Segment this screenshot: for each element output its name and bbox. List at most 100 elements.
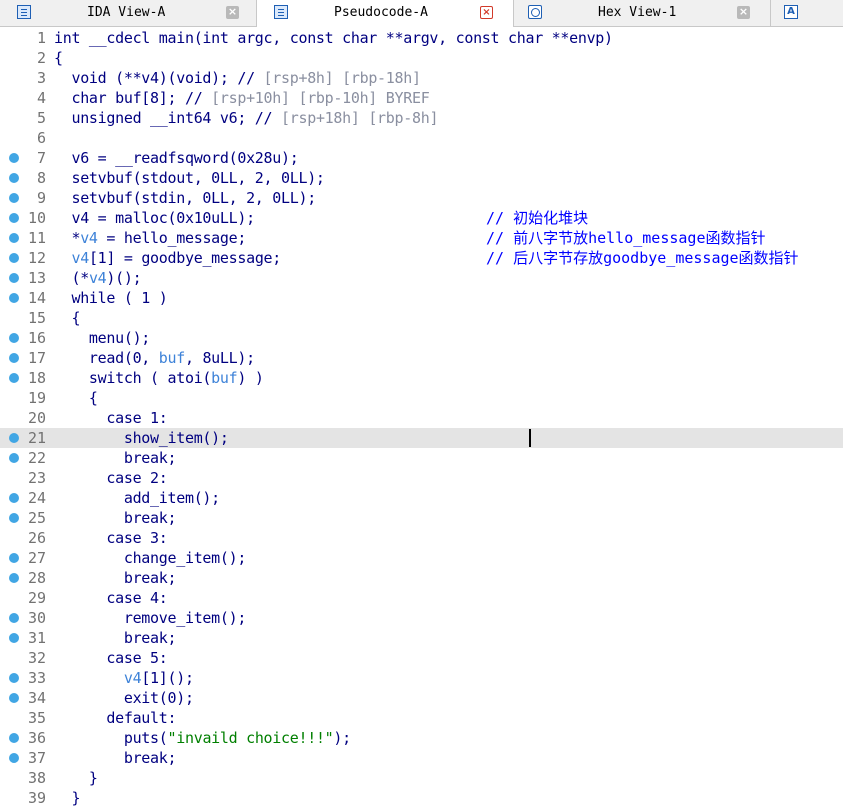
code-line[interactable]: 17 read(0, buf, 8uLL);: [0, 348, 843, 368]
breakpoint-dot-icon[interactable]: [9, 753, 19, 763]
code-text[interactable]: unsigned __int64 v6; // [rsp+18h] [rbp-8…: [54, 109, 438, 127]
breakpoint-dot-icon[interactable]: [9, 273, 19, 283]
code-line[interactable]: 11 *v4 = hello_message; // 前八字节放hello_mes…: [0, 228, 843, 248]
breakpoint-dot-icon[interactable]: [9, 333, 19, 343]
code-line[interactable]: 39 }: [0, 788, 843, 808]
code-line[interactable]: 14 while ( 1 ): [0, 288, 843, 308]
code-text[interactable]: read(0, buf, 8uLL);: [54, 349, 255, 367]
code-line[interactable]: 3 void (**v4)(void); // [rsp+8h] [rbp-18…: [0, 68, 843, 88]
code-text[interactable]: v4[1]();: [54, 669, 194, 687]
code-text[interactable]: {: [54, 389, 98, 407]
code-text[interactable]: remove_item();: [54, 609, 247, 627]
code-line[interactable]: 32 case 5:: [0, 648, 843, 668]
code-text[interactable]: char buf[8]; // [rsp+10h] [rbp-10h] BYRE…: [54, 89, 429, 107]
breakpoint-dot-icon[interactable]: [9, 433, 19, 443]
code-text[interactable]: menu();: [54, 329, 150, 347]
breakpoint-dot-icon[interactable]: [9, 293, 19, 303]
tab-pseudocode-a[interactable]: Pseudocode-A ×: [257, 0, 514, 27]
breakpoint-dot-icon[interactable]: [9, 573, 19, 583]
code-text[interactable]: break;: [54, 749, 177, 767]
code-line[interactable]: 6: [0, 128, 843, 148]
code-line[interactable]: 16 menu();: [0, 328, 843, 348]
code-text[interactable]: v6 = __readfsqword(0x28u);: [54, 149, 298, 167]
breakpoint-dot-icon[interactable]: [9, 453, 19, 463]
code-text[interactable]: case 1:: [54, 409, 167, 427]
code-text[interactable]: break;: [54, 509, 177, 527]
code-line[interactable]: 4 char buf[8]; // [rsp+10h] [rbp-10h] BY…: [0, 88, 843, 108]
code-line[interactable]: 23 case 2:: [0, 468, 843, 488]
code-line[interactable]: 12 v4[1] = goodbye_message; // 后八字节存放good…: [0, 248, 843, 268]
code-text[interactable]: setvbuf(stdin, 0LL, 2, 0LL);: [54, 189, 316, 207]
breakpoint-dot-icon[interactable]: [9, 493, 19, 503]
code-line[interactable]: 15 {: [0, 308, 843, 328]
code-line[interactable]: 24 add_item();: [0, 488, 843, 508]
close-icon[interactable]: ×: [480, 6, 493, 19]
code-text[interactable]: change_item();: [54, 549, 247, 567]
code-text[interactable]: case 3:: [54, 529, 167, 547]
code-text[interactable]: v4[1] = goodbye_message;: [54, 249, 281, 267]
breakpoint-dot-icon[interactable]: [9, 373, 19, 383]
code-line[interactable]: 8 setvbuf(stdout, 0LL, 2, 0LL);: [0, 168, 843, 188]
code-text[interactable]: case 5:: [54, 649, 167, 667]
code-line[interactable]: 10 v4 = malloc(0x10uLL); // 初始化堆块: [0, 208, 843, 228]
code-text[interactable]: break;: [54, 449, 177, 467]
breakpoint-dot-icon[interactable]: [9, 233, 19, 243]
code-line[interactable]: 34 exit(0);: [0, 688, 843, 708]
code-line[interactable]: 29 case 4:: [0, 588, 843, 608]
breakpoint-dot-icon[interactable]: [9, 553, 19, 563]
breakpoint-dot-icon[interactable]: [9, 213, 19, 223]
code-text[interactable]: switch ( atoi(buf) ): [54, 369, 264, 387]
code-line[interactable]: 35 default:: [0, 708, 843, 728]
close-icon[interactable]: ×: [737, 6, 750, 19]
tab-ida-view-a[interactable]: IDA View-A ×: [0, 0, 257, 26]
breakpoint-dot-icon[interactable]: [9, 733, 19, 743]
code-line[interactable]: 21 show_item();: [0, 428, 843, 448]
code-line[interactable]: 22 break;: [0, 448, 843, 468]
code-line[interactable]: 9 setvbuf(stdin, 0LL, 2, 0LL);: [0, 188, 843, 208]
code-text[interactable]: }: [54, 769, 98, 787]
code-text[interactable]: *v4 = hello_message;: [54, 229, 246, 247]
code-line[interactable]: 30 remove_item();: [0, 608, 843, 628]
code-text[interactable]: break;: [54, 629, 177, 647]
code-line[interactable]: 37 break;: [0, 748, 843, 768]
code-line[interactable]: 5 unsigned __int64 v6; // [rsp+18h] [rbp…: [0, 108, 843, 128]
pseudocode-view[interactable]: 1 int __cdecl main(int argc, const char *…: [0, 27, 843, 808]
code-line[interactable]: 2{: [0, 48, 843, 68]
code-text[interactable]: {: [54, 309, 80, 327]
code-line[interactable]: 19 {: [0, 388, 843, 408]
code-text[interactable]: puts("invaild choice!!!");: [54, 729, 351, 747]
breakpoint-dot-icon[interactable]: [9, 693, 19, 703]
breakpoint-dot-icon[interactable]: [9, 153, 19, 163]
code-text[interactable]: int __cdecl main(int argc, const char **…: [54, 29, 613, 47]
code-line[interactable]: 26 case 3:: [0, 528, 843, 548]
breakpoint-dot-icon[interactable]: [9, 193, 19, 203]
code-text[interactable]: while ( 1 ): [54, 289, 167, 307]
code-text[interactable]: {: [54, 49, 63, 67]
code-text[interactable]: break;: [54, 569, 177, 587]
code-text[interactable]: v4 = malloc(0x10uLL);: [54, 209, 255, 227]
code-line[interactable]: 36 puts("invaild choice!!!");: [0, 728, 843, 748]
code-text[interactable]: show_item();: [54, 429, 229, 447]
tab-structures[interactable]: A: [771, 0, 843, 26]
code-text[interactable]: add_item();: [54, 489, 220, 507]
breakpoint-dot-icon[interactable]: [9, 253, 19, 263]
code-text[interactable]: default:: [54, 709, 176, 727]
breakpoint-dot-icon[interactable]: [9, 673, 19, 683]
breakpoint-dot-icon[interactable]: [9, 353, 19, 363]
breakpoint-dot-icon[interactable]: [9, 633, 19, 643]
code-text[interactable]: case 2:: [54, 469, 167, 487]
code-line[interactable]: 31 break;: [0, 628, 843, 648]
code-line[interactable]: 18 switch ( atoi(buf) ): [0, 368, 843, 388]
code-text[interactable]: exit(0);: [54, 689, 194, 707]
code-line[interactable]: 13 (*v4)();: [0, 268, 843, 288]
code-text[interactable]: (*v4)();: [54, 269, 141, 287]
code-line[interactable]: 28 break;: [0, 568, 843, 588]
code-line[interactable]: 1 int __cdecl main(int argc, const char *…: [0, 28, 843, 48]
code-line[interactable]: 27 change_item();: [0, 548, 843, 568]
breakpoint-dot-icon[interactable]: [9, 513, 19, 523]
breakpoint-dot-icon[interactable]: [9, 173, 19, 183]
code-line[interactable]: 33 v4[1]();: [0, 668, 843, 688]
tab-hex-view-1[interactable]: Hex View-1 ×: [514, 0, 771, 26]
code-line[interactable]: 25 break;: [0, 508, 843, 528]
code-text[interactable]: void (**v4)(void); // [rsp+8h] [rbp-18h]: [54, 69, 421, 87]
